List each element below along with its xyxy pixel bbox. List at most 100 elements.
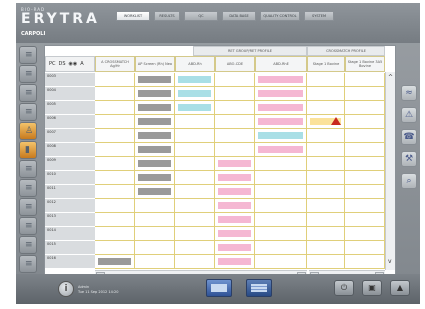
grid-cell[interactable] [307,171,345,185]
grid-cell[interactable] [307,87,345,101]
result-chip-pink[interactable] [218,230,251,237]
grid-cell[interactable] [215,73,255,87]
grid-cell[interactable] [255,199,307,213]
grid-cell[interactable] [135,185,175,199]
result-chip-pink[interactable] [258,90,303,97]
grid-cell[interactable] [215,157,255,171]
grid-cell[interactable] [175,101,215,115]
grid-cell[interactable] [345,143,385,157]
grid-cell[interactable] [307,199,345,213]
result-chip-pink[interactable] [218,174,251,181]
toolbar-item-pc[interactable]: PC [49,61,56,67]
grid-cell[interactable] [175,241,215,255]
result-chip-gray[interactable] [138,76,171,83]
grid-cell[interactable] [215,241,255,255]
grid-cell[interactable] [95,101,135,115]
grid-cell[interactable] [175,157,215,171]
grid-cell[interactable] [307,129,345,143]
result-chip-gray[interactable] [98,258,131,265]
result-chip-pink[interactable] [218,244,251,251]
grid-cell[interactable] [307,241,345,255]
row-label[interactable]: 0003 [45,73,95,87]
grid-cell[interactable] [345,129,385,143]
sidebar-rack-button[interactable]: ≡ [19,84,37,102]
result-chip-pink[interactable] [218,258,251,265]
grid-cell[interactable] [135,101,175,115]
grid-cell[interactable] [135,73,175,87]
grid-cell[interactable] [175,227,215,241]
grid-cell[interactable] [95,157,135,171]
row-label[interactable]: 0012 [45,199,95,213]
save-icon[interactable]: ▣ [362,280,382,296]
grid-cell[interactable] [307,227,345,241]
warning-icon[interactable] [331,117,341,125]
grid-cell[interactable] [255,87,307,101]
grid-cell[interactable] [175,171,215,185]
result-chip-gray[interactable] [138,132,171,139]
binoculars-icon[interactable]: ◉◉ [69,61,78,67]
grid-cell[interactable] [307,73,345,87]
column-header[interactable]: Stage 1 Bovine [307,56,345,72]
result-chip-pink[interactable] [218,202,251,209]
chart-icon[interactable]: ≈ [401,85,417,101]
grid-cell[interactable] [345,101,385,115]
grid-cell[interactable] [345,241,385,255]
grid-cell[interactable] [255,227,307,241]
row-label[interactable]: 0010 [45,171,95,185]
grid-cell[interactable] [255,241,307,255]
result-chip-pink[interactable] [258,76,303,83]
grid-cell[interactable] [255,157,307,171]
row-label[interactable]: 0016 [45,255,95,269]
grid-cell[interactable] [175,255,215,269]
grid-cell[interactable] [255,185,307,199]
grid-cell[interactable] [95,143,135,157]
grid-cell[interactable] [95,73,135,87]
row-label[interactable]: 0009 [45,157,95,171]
grid-cell[interactable] [345,171,385,185]
grid-cell[interactable] [135,213,175,227]
result-chip-gray[interactable] [138,174,171,181]
grid-cell[interactable] [95,213,135,227]
result-chip-pink[interactable] [218,216,251,223]
grid-cell[interactable] [135,87,175,101]
grid-cell[interactable] [255,171,307,185]
grid-cell[interactable] [255,129,307,143]
result-chip-cyan[interactable] [178,76,211,83]
result-chip-pink[interactable] [258,146,303,153]
tab-quality-control[interactable]: QUALITY CONTROL [260,11,300,21]
toolbar-item-ds[interactable]: DS [59,61,66,67]
tab-results[interactable]: RESULTS [154,11,180,21]
grid-cell[interactable] [135,129,175,143]
tools-icon[interactable]: ⚒ [401,151,417,167]
grid-cell[interactable] [307,213,345,227]
grid-cell[interactable] [95,185,135,199]
result-chip-gray[interactable] [138,146,171,153]
result-chip-cyan[interactable] [178,104,211,111]
grid-cell[interactable] [255,115,307,129]
grid-cell[interactable] [215,255,255,269]
grid-cell[interactable] [345,73,385,87]
search-icon[interactable]: ⌕ [401,173,417,189]
row-label[interactable]: 0006 [45,115,95,129]
grid-cell[interactable] [307,255,345,269]
row-label[interactable]: 0004 [45,87,95,101]
row-label[interactable]: 0015 [45,241,95,255]
sidebar-rack-button[interactable]: ≡ [19,46,37,64]
grid-cell[interactable] [215,87,255,101]
grid-cell[interactable] [95,227,135,241]
grid-cell[interactable] [255,213,307,227]
column-header[interactable]: AP Screen (Rh) Neo [135,56,175,72]
grid-cell[interactable] [175,213,215,227]
result-chip-cyan[interactable] [178,90,211,97]
grid-cell[interactable] [215,143,255,157]
result-chip-gray[interactable] [138,90,171,97]
grid-cell[interactable] [135,241,175,255]
single-view-button[interactable] [206,279,232,297]
grid-cell[interactable] [95,115,135,129]
grid-cell[interactable] [215,185,255,199]
grid-cell[interactable] [95,87,135,101]
warning-icon[interactable]: ⚠ [401,107,417,123]
row-label[interactable]: 0008 [45,143,95,157]
sidebar-rack-button[interactable]: ≡ [19,65,37,83]
row-label[interactable]: 0013 [45,213,95,227]
